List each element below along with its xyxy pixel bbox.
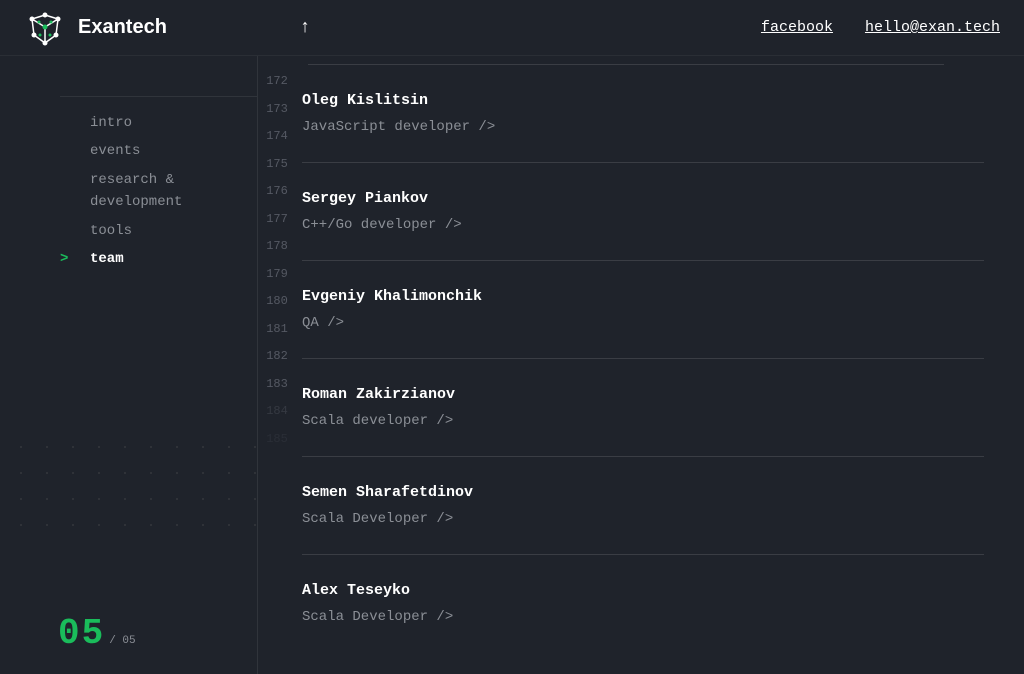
nav: intro events research & development tool…: [60, 96, 257, 273]
member-role: Scala Developer />: [302, 511, 984, 527]
member-name: Alex Teseyko: [302, 582, 984, 599]
logo-icon: [24, 7, 66, 49]
nav-item-team[interactable]: team: [60, 245, 257, 273]
sidebar: intro events research & development tool…: [0, 56, 258, 674]
logo[interactable]: Exantech: [24, 7, 259, 49]
header: Exantech ↑ facebook hello@exan.tech: [0, 0, 1024, 56]
header-links: facebook hello@exan.tech: [761, 19, 1000, 36]
nav-item-intro[interactable]: intro: [60, 109, 257, 137]
nav-item-research[interactable]: research & development: [60, 166, 257, 217]
member-role: QA />: [302, 315, 984, 331]
member-name: Sergey Piankov: [302, 190, 984, 207]
team-list: Oleg Kislitsin JavaScript developer /> S…: [296, 56, 1024, 674]
member-name: Semen Sharafetdinov: [302, 484, 984, 501]
member-name: Roman Zakirzianov: [302, 386, 984, 403]
team-member: Oleg Kislitsin JavaScript developer />: [302, 65, 984, 163]
page-counter: 05 / 05: [58, 613, 136, 654]
member-role: Scala developer />: [302, 413, 984, 429]
team-member: Semen Sharafetdinov Scala Developer />: [302, 457, 984, 555]
brand-name: Exantech: [78, 16, 167, 39]
arrow-up-icon: ↑: [300, 18, 311, 38]
page-total: / 05: [109, 635, 135, 647]
team-member: Evgeniy Khalimonchik QA />: [302, 261, 984, 359]
nav-item-tools[interactable]: tools: [60, 217, 257, 245]
team-member: Roman Zakirzianov Scala developer />: [302, 359, 984, 457]
line-numbers: 172 173 174 175 176 177 178 179 180 181 …: [258, 56, 296, 674]
member-role: JavaScript developer />: [302, 119, 984, 135]
decorative-dots: [0, 426, 258, 546]
member-name: Oleg Kislitsin: [302, 92, 984, 109]
member-name: Evgeniy Khalimonchik: [302, 288, 984, 305]
facebook-link[interactable]: facebook: [761, 19, 833, 36]
content: 172 173 174 175 176 177 178 179 180 181 …: [258, 56, 1024, 674]
scroll-up-button[interactable]: ↑: [289, 18, 321, 38]
team-member: Alex Teseyko Scala Developer />: [302, 555, 984, 652]
email-link[interactable]: hello@exan.tech: [865, 19, 1000, 36]
member-role: C++/Go developer />: [302, 217, 984, 233]
nav-item-events[interactable]: events: [60, 137, 257, 165]
page-current: 05: [58, 613, 105, 654]
member-role: Scala Developer />: [302, 609, 984, 625]
team-member: Sergey Piankov C++/Go developer />: [302, 163, 984, 261]
